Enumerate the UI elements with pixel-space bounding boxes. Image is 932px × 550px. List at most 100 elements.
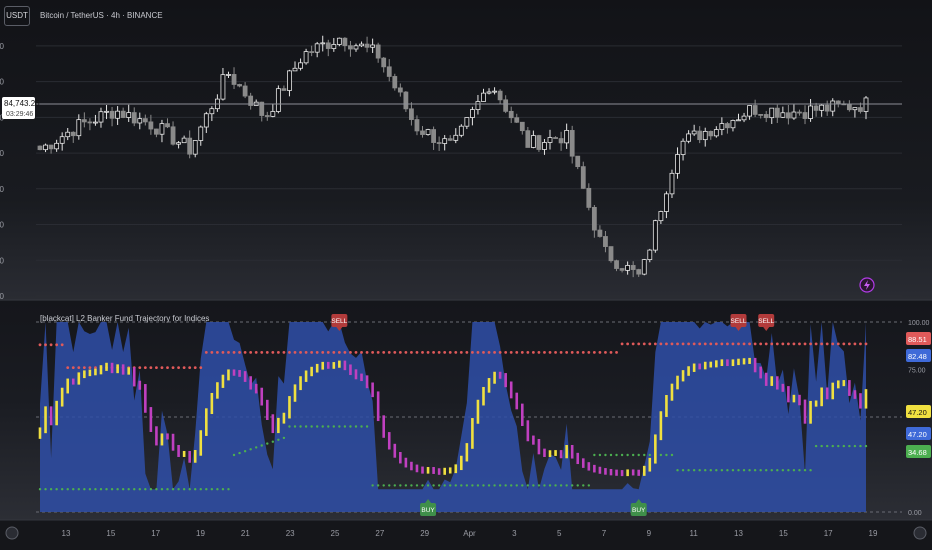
trajectory-bar: [365, 375, 369, 389]
trajectory-bar: [338, 360, 341, 368]
indicator-title: [blackcat] L2 Banker Fund Trajectory for…: [40, 314, 210, 323]
trajectory-bar: [742, 358, 746, 365]
red-dot: [332, 351, 336, 354]
red-dot: [864, 342, 868, 346]
green-dot: [44, 488, 47, 491]
trajectory-bar: [94, 368, 97, 376]
candle-body: [558, 138, 564, 144]
trajectory-bar: [265, 399, 269, 421]
candle-body: [436, 142, 442, 144]
trajectory-bar: [432, 467, 435, 474]
x-tick-label: 25: [331, 529, 340, 538]
trajectory-bar: [460, 455, 463, 471]
candle-body: [741, 115, 747, 121]
candle-body: [808, 105, 813, 119]
trajectory-bar: [687, 366, 690, 376]
trajectory-bar: [593, 464, 596, 473]
green-dot: [482, 484, 485, 487]
trajectory-bar: [698, 363, 701, 370]
green-dot: [199, 488, 202, 491]
value-tag: 82.48: [906, 349, 931, 362]
green-dot: [138, 488, 141, 491]
green-dot: [676, 469, 679, 472]
green-dot: [332, 425, 336, 428]
green-dot: [731, 469, 735, 472]
trajectory-bar: [199, 430, 203, 456]
green-dot: [449, 484, 452, 487]
red-dot: [199, 366, 203, 369]
green-dot: [709, 469, 712, 472]
green-dot: [620, 453, 624, 457]
candle-body: [619, 268, 625, 271]
trajectory-bar: [465, 443, 469, 462]
trajectory-bar: [410, 461, 413, 471]
candle-body: [453, 134, 459, 141]
trajectory-bar: [177, 444, 180, 457]
red-dot: [60, 343, 64, 347]
candle-body: [93, 121, 98, 124]
trajectory-bar: [448, 467, 452, 474]
candle-body: [813, 105, 819, 111]
red-dot: [792, 342, 796, 346]
green-dot: [781, 469, 785, 472]
trajectory-bar: [609, 468, 613, 476]
candle-body: [414, 119, 420, 132]
trajectory-bar: [726, 359, 729, 367]
trajectory-bar: [105, 362, 108, 371]
sell-signal-label: SELL: [331, 318, 347, 325]
candle-body: [275, 88, 281, 112]
candle-body: [819, 104, 825, 111]
value-tag: 47.20: [906, 427, 931, 440]
candle-body: [65, 131, 71, 138]
price-tick-label: 78,000.00: [0, 221, 5, 230]
green-dot: [748, 469, 751, 472]
green-dot: [670, 453, 674, 457]
candle-body: [580, 166, 586, 189]
red-dot: [354, 351, 358, 354]
green-dot: [221, 488, 225, 491]
x-tick-label: 13: [62, 529, 71, 538]
red-dot: [138, 366, 142, 369]
green-dot: [687, 469, 690, 472]
green-dot: [742, 469, 746, 472]
trajectory-bar: [648, 457, 652, 472]
trajectory-bar: [99, 365, 103, 375]
candle-body: [736, 119, 741, 122]
candle-body: [747, 105, 752, 117]
green-dot: [504, 484, 507, 487]
green-dot: [77, 488, 81, 491]
candle-body: [503, 99, 509, 112]
red-dot: [210, 351, 214, 354]
green-dot: [637, 453, 640, 457]
red-dot: [349, 351, 352, 354]
candle-body: [370, 44, 376, 48]
green-dot: [465, 484, 469, 487]
red-dot: [587, 351, 591, 354]
green-dot: [299, 425, 302, 428]
candle-body: [669, 172, 675, 195]
candle-body: [530, 135, 536, 148]
red-dot: [360, 351, 363, 354]
trajectory-bar: [848, 380, 851, 396]
green-dot: [271, 440, 275, 443]
red-dot: [598, 351, 602, 354]
red-dot: [304, 351, 308, 354]
red-dot: [659, 342, 663, 346]
x-tick-label: 29: [420, 529, 429, 538]
candle-body: [481, 92, 486, 102]
green-dot: [537, 484, 541, 487]
candle-body: [725, 123, 730, 129]
candle-body: [203, 113, 209, 128]
red-dot: [315, 351, 319, 354]
red-dot: [653, 342, 657, 346]
trajectory-bar: [321, 361, 325, 370]
green-dot: [410, 484, 413, 487]
candle-body: [303, 51, 309, 64]
trajectory-bar: [787, 386, 790, 403]
green-dot: [421, 484, 424, 487]
green-dot: [648, 453, 651, 457]
green-dot: [49, 488, 53, 491]
red-dot: [254, 351, 258, 354]
symbol-badge[interactable]: USDT: [4, 6, 30, 26]
x-tick-label: 13: [734, 529, 743, 538]
